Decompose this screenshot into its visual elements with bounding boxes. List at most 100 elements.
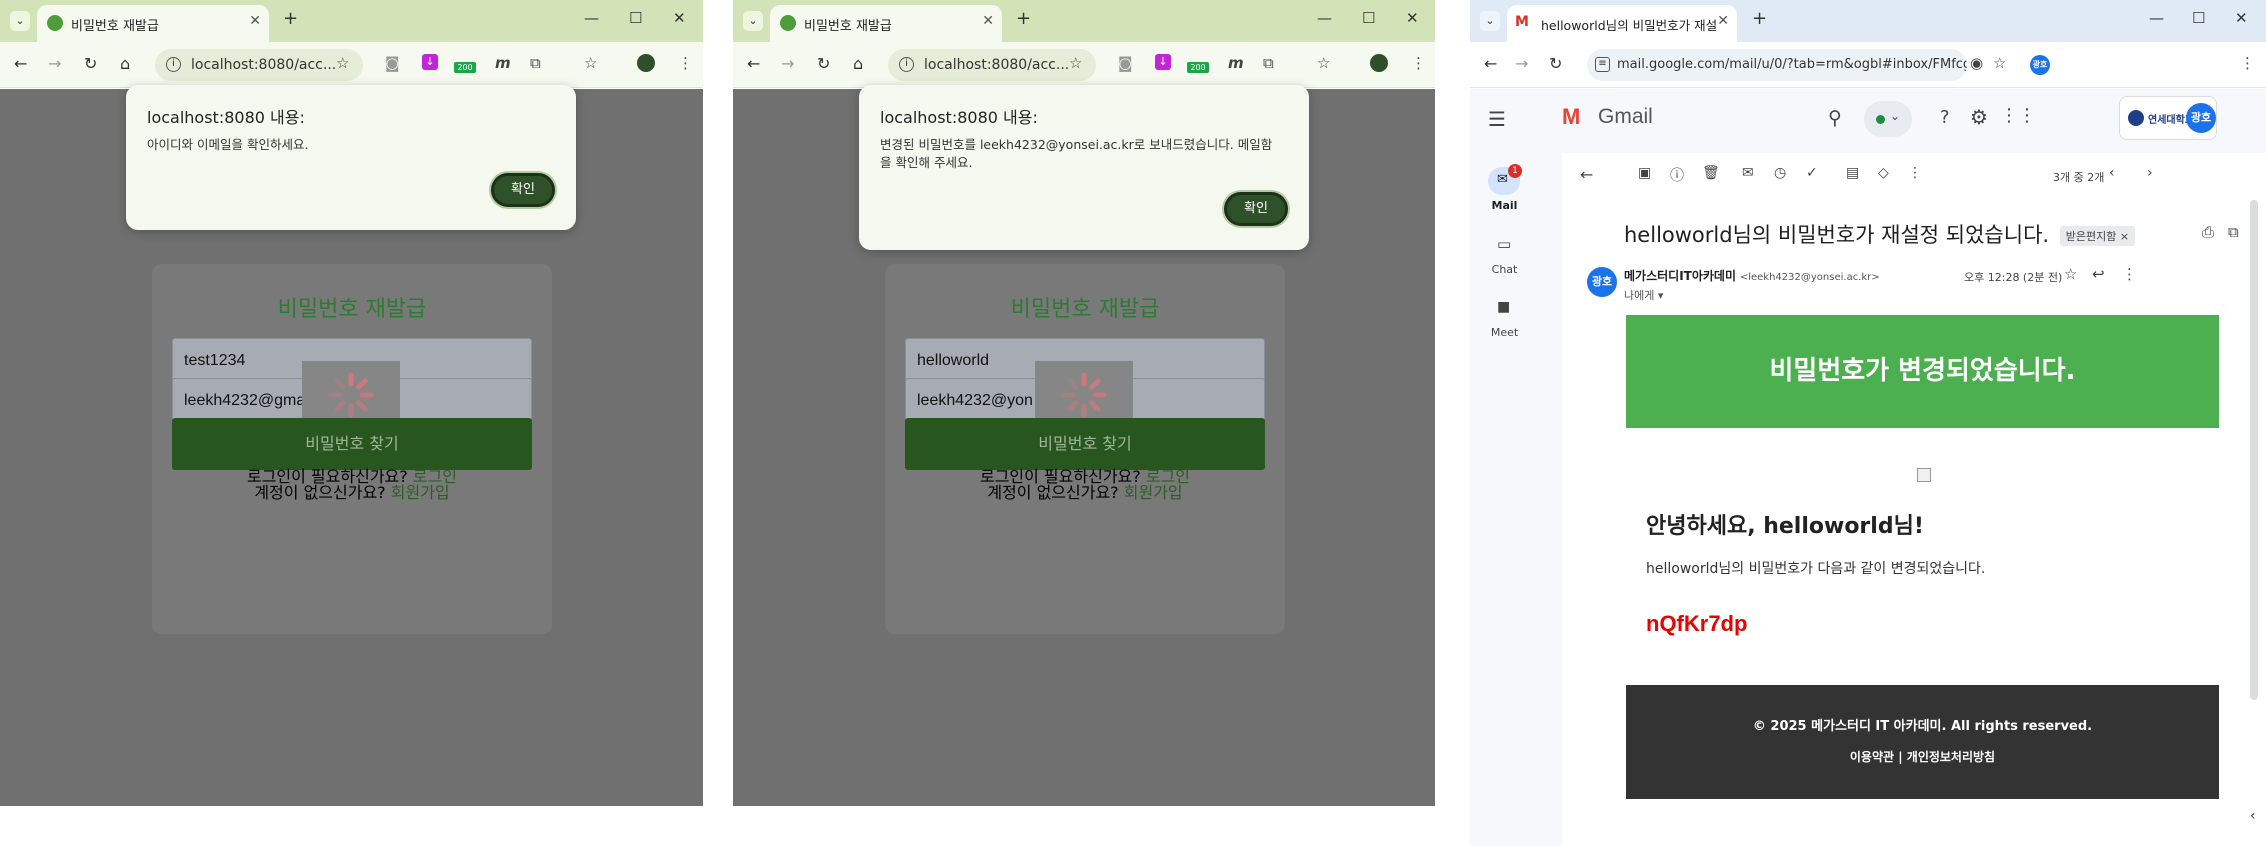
label-icon[interactable]: ◇ xyxy=(1878,165,1889,181)
archive-icon[interactable]: ▣ xyxy=(1638,165,1651,181)
bookmark-star-icon[interactable]: ☆ xyxy=(1069,54,1082,72)
site-settings-icon[interactable]: ≡ xyxy=(1595,57,1610,72)
tab-active[interactable]: 비밀번호 재발급 ✕ xyxy=(770,5,1002,42)
reply-icon[interactable]: ↩ xyxy=(2092,265,2105,283)
window-close-icon[interactable]: ✕ xyxy=(1406,9,1419,27)
new-tab-icon[interactable]: + xyxy=(1016,8,1031,29)
settings-gear-icon[interactable]: ⚙ xyxy=(1970,105,1988,129)
close-tab-icon[interactable]: ✕ xyxy=(982,13,994,29)
address-bar[interactable]: ≡ mail.google.com/mail/u/0/?tab=rm&ogbl#… xyxy=(1587,49,1967,81)
account-avatar[interactable]: 광호 xyxy=(2186,103,2216,133)
tab-search-icon[interactable]: ⌄ xyxy=(1480,11,1500,31)
older-chevron-icon[interactable]: › xyxy=(2147,165,2153,181)
org-account-chip[interactable]: 연세대학교 광호 xyxy=(2119,96,2217,140)
inbox-label-chip[interactable]: 받은편지함 × xyxy=(2059,226,2136,246)
extensions-icon[interactable]: ⧉ xyxy=(1263,54,1274,72)
camera-icon[interactable]: ◙ xyxy=(385,54,400,72)
home-icon[interactable]: ⌂ xyxy=(853,54,863,73)
menu-icon[interactable]: ⋮ xyxy=(1411,54,1426,72)
side-panel-chevron-icon[interactable]: ‹ xyxy=(2250,808,2256,824)
bookmark-star-icon[interactable]: ☆ xyxy=(336,54,349,72)
maximize-icon[interactable]: ☐ xyxy=(629,9,642,27)
bookmarks-icon[interactable]: ☆ xyxy=(1317,54,1330,72)
help-icon[interactable]: ? xyxy=(1940,107,1950,128)
camera-icon[interactable]: ◙ xyxy=(1118,54,1133,72)
sender-avatar[interactable]: 광호 xyxy=(1587,267,1617,297)
address-bar[interactable]: i localhost:8080/acc... xyxy=(888,49,1096,81)
address-bar[interactable]: i localhost:8080/acc... xyxy=(155,49,363,81)
recipient-line[interactable]: 나에게 ▾ xyxy=(1624,287,1663,303)
print-icon[interactable]: ⎙ xyxy=(2202,223,2214,241)
signup-link[interactable]: 회원가입 xyxy=(391,483,450,502)
more-actions-icon[interactable]: ⋮ xyxy=(1908,165,1922,181)
chat-icon[interactable]: ▭ xyxy=(1497,235,1511,253)
window-close-icon[interactable]: ✕ xyxy=(2235,9,2248,27)
profile-avatar[interactable] xyxy=(1370,54,1388,72)
window-close-icon[interactable]: ✕ xyxy=(673,9,686,27)
menu-icon[interactable]: ⋮ xyxy=(2240,54,2255,72)
meet-video-icon[interactable]: ■ xyxy=(1497,299,1510,315)
status-toggle[interactable]: ⌄ xyxy=(1864,101,1912,137)
forward-icon[interactable]: → xyxy=(48,54,61,73)
delete-icon[interactable]: 🗑 xyxy=(1702,165,1720,181)
back-to-inbox-icon[interactable]: ← xyxy=(1580,165,1593,184)
reload-icon[interactable]: ↻ xyxy=(1549,54,1562,73)
hide-eye-icon[interactable]: ◉ xyxy=(1970,54,1983,72)
close-tab-icon[interactable]: ✕ xyxy=(249,13,261,29)
open-new-window-icon[interactable]: ⧉ xyxy=(2228,223,2239,241)
new-tab-icon[interactable]: + xyxy=(283,8,298,29)
maximize-icon[interactable]: ☐ xyxy=(1362,9,1375,27)
home-icon[interactable]: ⌂ xyxy=(120,54,130,73)
tab-search-icon[interactable]: ⌄ xyxy=(743,11,763,31)
minimize-icon[interactable]: — xyxy=(584,9,599,27)
add-task-icon[interactable]: ✓ xyxy=(1806,165,1818,181)
search-icon[interactable]: ⚲ xyxy=(1828,107,1842,129)
extension-m-icon[interactable]: m xyxy=(495,54,511,72)
profile-avatar[interactable] xyxy=(637,54,655,72)
minimize-icon[interactable]: — xyxy=(2149,9,2164,27)
star-icon[interactable]: ☆ xyxy=(2064,265,2077,283)
apps-grid-icon[interactable]: ⋮⋮ xyxy=(2000,105,2036,126)
ok-button[interactable]: 확인 xyxy=(491,173,555,207)
reload-icon[interactable]: ↻ xyxy=(817,54,830,73)
bookmarks-icon[interactable]: ☆ xyxy=(584,54,597,72)
mail-scrollbar[interactable] xyxy=(2250,200,2258,700)
back-icon[interactable]: ← xyxy=(1484,54,1497,73)
more-options-icon[interactable]: ⋮ xyxy=(2122,265,2137,283)
main-menu-icon[interactable]: ☰ xyxy=(1488,107,1506,131)
maximize-icon[interactable]: ☐ xyxy=(2192,9,2205,27)
extensions-icon[interactable]: ⧉ xyxy=(530,54,541,72)
footer-links[interactable]: 이용약관 | 개인정보처리방침 xyxy=(1626,748,2219,765)
tab-search-icon[interactable]: ⌄ xyxy=(10,11,30,31)
snooze-clock-icon[interactable]: ◷ xyxy=(1774,165,1786,181)
download-extension-icon[interactable]: ↓ xyxy=(1155,54,1171,70)
tab-active[interactable]: M helloworld님의 비밀번호가 재설 ✕ xyxy=(1507,5,1737,42)
bookmark-star-icon[interactable]: ☆ xyxy=(1993,54,2006,72)
extension-badge[interactable]: 200 xyxy=(454,62,476,73)
tab-active[interactable]: 비밀번호 재발급 ✕ xyxy=(37,5,269,42)
mark-unread-icon[interactable]: ✉ xyxy=(1742,165,1754,181)
close-tab-icon[interactable]: ✕ xyxy=(1717,13,1729,29)
move-to-folder-icon[interactable]: ▤ xyxy=(1846,165,1859,181)
download-extension-icon[interactable]: ↓ xyxy=(422,54,438,70)
new-tab-icon[interactable]: + xyxy=(1752,8,1767,29)
newer-chevron-icon[interactable]: ‹ xyxy=(2109,165,2115,181)
minimize-icon[interactable]: — xyxy=(1317,9,1332,27)
find-password-button[interactable]: 비밀번호 찾기 xyxy=(905,418,1265,470)
ok-button[interactable]: 확인 xyxy=(1224,192,1288,226)
site-info-icon[interactable]: i xyxy=(166,57,181,72)
back-icon[interactable]: ← xyxy=(14,54,27,73)
menu-icon[interactable]: ⋮ xyxy=(678,54,693,72)
forward-icon[interactable]: → xyxy=(781,54,794,73)
extension-badge[interactable]: 200 xyxy=(1187,62,1209,73)
back-icon[interactable]: ← xyxy=(747,54,760,73)
site-info-icon[interactable]: i xyxy=(899,57,914,72)
report-spam-icon[interactable]: ⓘ xyxy=(1670,165,1684,185)
rail-mail-button[interactable]: ✉ 1 xyxy=(1488,164,1522,195)
reload-icon[interactable]: ↻ xyxy=(84,54,97,73)
sender-name[interactable]: 메가스터디IT아카데미 xyxy=(1624,269,1736,283)
extension-m-icon[interactable]: m xyxy=(1228,54,1244,72)
find-password-button[interactable]: 비밀번호 찾기 xyxy=(172,418,532,470)
profile-avatar[interactable]: 광호 xyxy=(2030,55,2050,75)
signup-link[interactable]: 회원가입 xyxy=(1124,483,1183,502)
